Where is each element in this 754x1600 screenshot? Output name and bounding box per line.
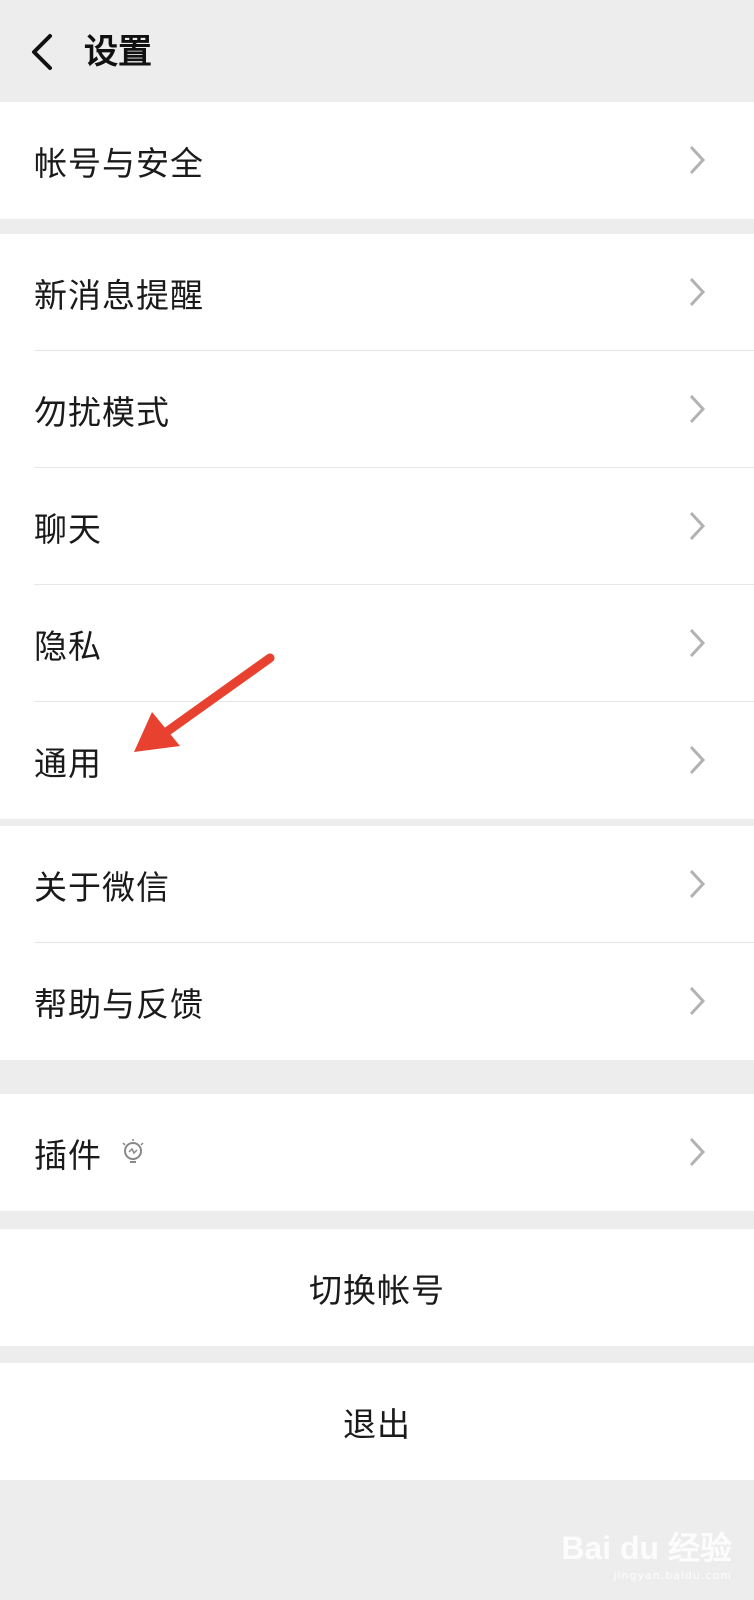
menu-item-notifications[interactable]: 新消息提醒 — [0, 234, 754, 351]
nav-bar: 设置 — [0, 0, 754, 102]
back-arrow-icon[interactable] — [28, 32, 58, 72]
watermark-logo: Bai du 经验 — [561, 1530, 732, 1566]
menu-item-do-not-disturb[interactable]: 勿扰模式 — [0, 351, 754, 468]
menu-item-label: 聊天 — [34, 509, 102, 549]
menu-item-plugins[interactable]: 插件 — [0, 1094, 754, 1211]
chevron-right-icon — [689, 628, 706, 658]
menu-item-label: 新消息提醒 — [34, 275, 204, 315]
menu-item-label: 关于微信 — [34, 867, 170, 907]
menu-item-chat[interactable]: 聊天 — [0, 468, 754, 585]
menu-item-label: 勿扰模式 — [34, 392, 170, 432]
chevron-right-icon — [689, 1137, 706, 1167]
switch-account-label: 切换帐号 — [309, 1270, 445, 1310]
settings-group-about: 关于微信 帮助与反馈 — [0, 826, 754, 1060]
chevron-right-icon — [689, 869, 706, 899]
menu-item-account-security[interactable]: 帐号与安全 — [0, 102, 754, 219]
menu-item-label: 帮助与反馈 — [34, 984, 204, 1024]
menu-item-privacy[interactable]: 隐私 — [0, 585, 754, 702]
menu-item-label: 隐私 — [34, 626, 102, 666]
menu-item-label: 通用 — [34, 743, 102, 783]
lightbulb-icon — [122, 1139, 144, 1163]
page-title: 设置 — [84, 32, 152, 72]
logout-label: 退出 — [343, 1404, 411, 1444]
settings-group-plugins: 插件 — [0, 1094, 754, 1211]
chevron-right-icon — [689, 145, 706, 175]
menu-item-label: 插件 — [34, 1135, 102, 1175]
menu-item-about-wechat[interactable]: 关于微信 — [0, 826, 754, 943]
logout-button[interactable]: 退出 — [0, 1363, 754, 1480]
chevron-right-icon — [689, 277, 706, 307]
settings-group-account: 帐号与安全 — [0, 102, 754, 219]
chevron-right-icon — [689, 511, 706, 541]
menu-item-help-feedback[interactable]: 帮助与反馈 — [0, 943, 754, 1060]
menu-item-general[interactable]: 通用 — [0, 702, 754, 819]
annotation-arrow-icon — [134, 653, 275, 752]
menu-item-label: 帐号与安全 — [34, 143, 204, 183]
chevron-right-icon — [689, 394, 706, 424]
settings-group-main: 新消息提醒 勿扰模式 聊天 隐私 通用 — [0, 234, 754, 819]
chevron-right-icon — [689, 986, 706, 1016]
switch-account-button[interactable]: 切换帐号 — [0, 1229, 754, 1346]
chevron-right-icon — [689, 745, 706, 775]
switch-account-section: 切换帐号 — [0, 1229, 754, 1346]
logout-section: 退出 — [0, 1363, 754, 1480]
watermark-url: jingyan.baidu.com — [613, 1569, 732, 1582]
baidu-watermark: Bai du 经验 jingyan.baidu.com — [561, 1523, 732, 1582]
